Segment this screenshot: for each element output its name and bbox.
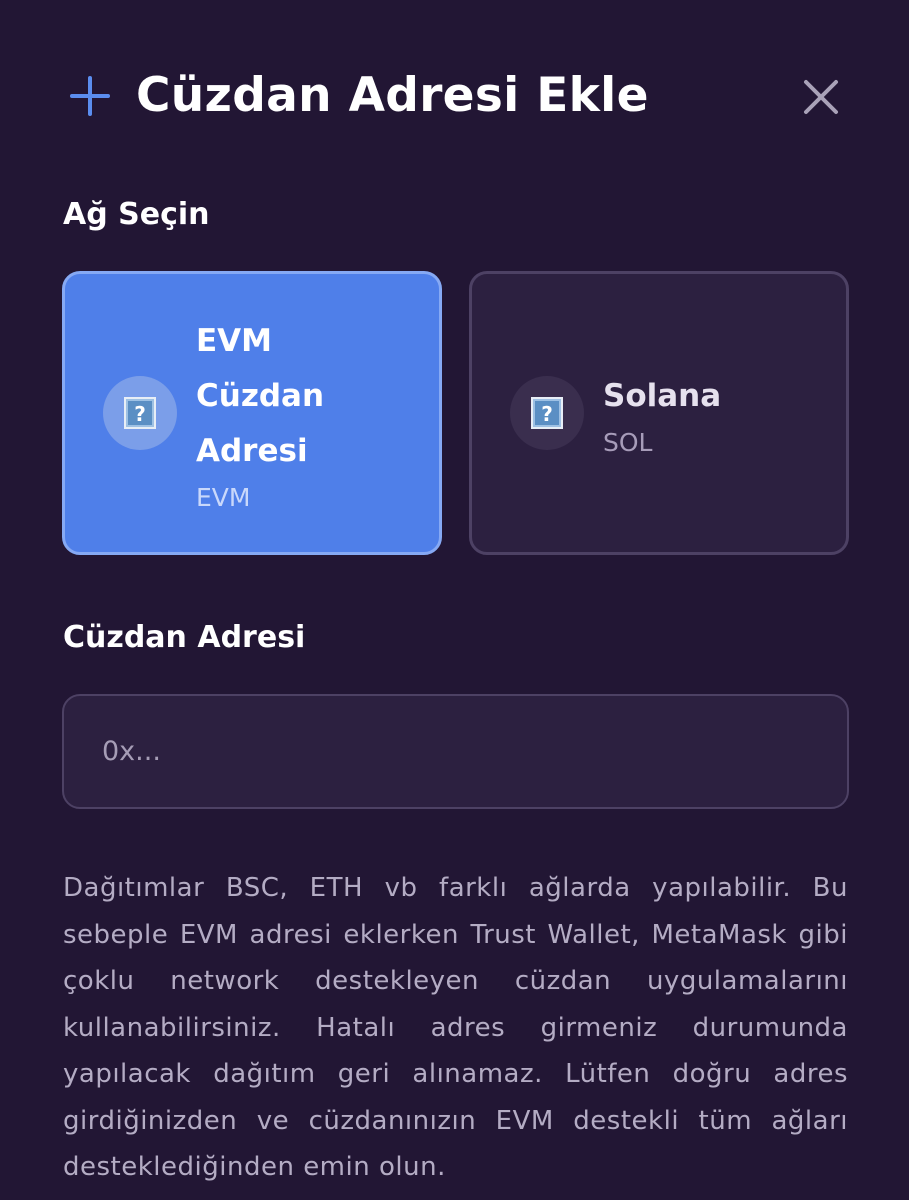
- close-icon[interactable]: [796, 72, 846, 122]
- plus-icon: [70, 76, 110, 116]
- network-option-evm[interactable]: ? EVM Cüzdan Adresi EVM: [62, 271, 442, 555]
- dialog-header: Cüzdan Adresi Ekle: [0, 0, 909, 200]
- network-symbol-evm: EVM: [196, 483, 251, 512]
- network-option-solana[interactable]: ? Solana SOL: [469, 271, 849, 555]
- network-name-evm: EVM Cüzdan Adresi: [196, 323, 325, 469]
- network-icon-solana: ?: [510, 376, 584, 450]
- network-name-solana: Solana: [603, 378, 722, 414]
- svg-text:?: ?: [134, 402, 146, 426]
- unknown-image-icon: ?: [531, 397, 563, 429]
- wallet-address-input[interactable]: [62, 694, 849, 809]
- network-symbol-solana: SOL: [603, 428, 653, 457]
- svg-text:?: ?: [541, 402, 553, 426]
- address-label: Cüzdan Adresi: [63, 620, 306, 655]
- unknown-image-icon: ?: [124, 397, 156, 429]
- network-section-label: Ağ Seçin: [63, 197, 210, 232]
- info-note: Dağıtımlar BSC, ETH vb farklı ağlarda ya…: [63, 873, 848, 1182]
- dialog-title: Cüzdan Adresi Ekle: [136, 68, 649, 123]
- network-icon-evm: ?: [103, 376, 177, 450]
